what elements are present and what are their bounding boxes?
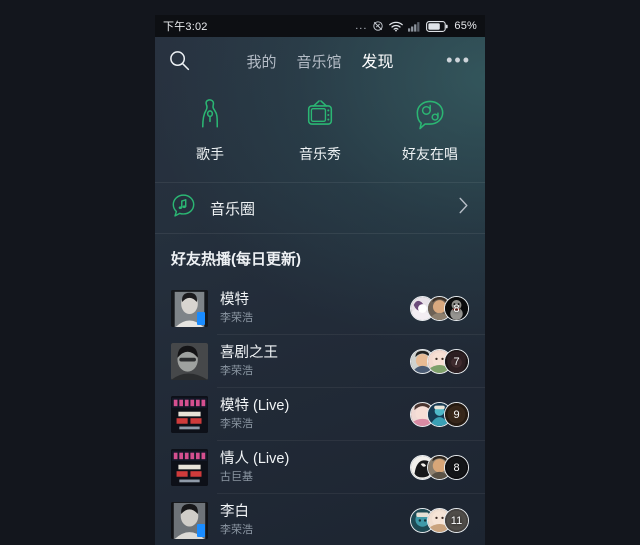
listener-avatars[interactable]: 7 bbox=[410, 349, 473, 374]
silent-mode-icon bbox=[373, 21, 384, 31]
entry-friends-singing[interactable]: 好友在唱 bbox=[375, 95, 485, 164]
music-circle-row[interactable]: 音乐圈 bbox=[155, 182, 485, 234]
listener-count-badge: 8 bbox=[444, 455, 469, 480]
status-bar: 下午3:02 ... 65% bbox=[155, 15, 485, 37]
entry-music-show[interactable]: 音乐秀 bbox=[265, 95, 375, 164]
tab-mine[interactable]: 我的 bbox=[246, 51, 276, 72]
section-header: 好友热播(每日更新) bbox=[155, 234, 485, 282]
tab-discover[interactable]: 发现 bbox=[362, 48, 394, 72]
song-title: 李白 bbox=[220, 503, 249, 520]
song-text: 模特 (Live) 李荣浩 bbox=[220, 398, 410, 432]
listener-count: 9 bbox=[453, 408, 460, 421]
section-title: 好友热播(每日更新) bbox=[171, 250, 301, 268]
song-text: 模特 李荣浩 bbox=[220, 292, 410, 326]
listener-avatars[interactable]: 8 bbox=[410, 296, 473, 321]
song-text: 李白 李荣浩 bbox=[220, 504, 410, 538]
cover-tag bbox=[197, 524, 205, 537]
app-nav-bar: 我的 音乐馆 发现 ••• bbox=[155, 37, 485, 83]
song-artist: 李荣浩 bbox=[220, 364, 253, 377]
entry-friends-singing-label: 好友在唱 bbox=[402, 146, 458, 162]
song-title: 喜剧之王 bbox=[220, 344, 278, 361]
listener-count-badge: 11 bbox=[444, 508, 469, 533]
song-artist: 李荣浩 bbox=[220, 523, 253, 536]
list-item[interactable]: 模特 (Live) 李荣浩 9 bbox=[155, 388, 485, 441]
cellular-signal-icon bbox=[408, 21, 420, 32]
album-cover bbox=[171, 502, 208, 539]
listener-count-badge: 8 bbox=[444, 296, 469, 321]
listener-count: 8 bbox=[453, 302, 460, 315]
desktop-background: 下午3:02 ... 65% 我的 音乐馆 发现 ••• 歌手 音乐秀 好友在唱… bbox=[0, 0, 640, 545]
status-bar-time: 下午3:02 bbox=[163, 21, 208, 33]
search-icon[interactable] bbox=[169, 50, 190, 71]
song-title: 模特 bbox=[220, 291, 249, 308]
wifi-icon bbox=[389, 21, 404, 31]
listener-count-badge: 9 bbox=[444, 402, 469, 427]
entry-music-show-label: 音乐秀 bbox=[299, 146, 341, 162]
list-item[interactable]: 喜剧之王 李荣浩 7 bbox=[155, 335, 485, 388]
album-cover bbox=[171, 343, 208, 380]
song-list: 模特 李荣浩 8 喜剧之王 李荣浩 7 模特 (Live) 李荣浩 9 情人 (… bbox=[155, 282, 485, 545]
nav-tabs: 我的 音乐馆 发现 bbox=[155, 48, 485, 72]
listener-count: 11 bbox=[450, 514, 463, 527]
song-artist: 古巨基 bbox=[220, 470, 253, 483]
listener-count-badge: 7 bbox=[444, 349, 469, 374]
listener-count: 7 bbox=[453, 355, 460, 368]
chevron-right-icon[interactable] bbox=[458, 197, 469, 219]
phone-screen: 下午3:02 ... 65% 我的 音乐馆 发现 ••• 歌手 音乐秀 好友在唱… bbox=[155, 15, 485, 545]
music-circle-label: 音乐圈 bbox=[210, 200, 256, 218]
album-cover bbox=[171, 290, 208, 327]
song-artist: 李荣浩 bbox=[220, 311, 253, 324]
more-dots-icon: ... bbox=[355, 19, 368, 32]
battery-icon bbox=[426, 20, 449, 32]
listener-avatars[interactable]: 11 bbox=[410, 508, 473, 533]
list-item[interactable]: 李白 李荣浩 11 bbox=[155, 494, 485, 545]
listener-count: 8 bbox=[453, 461, 460, 474]
entry-singer[interactable]: 歌手 bbox=[155, 95, 265, 164]
status-bar-icons: ... 65% bbox=[355, 20, 477, 32]
album-cover bbox=[171, 396, 208, 433]
list-item[interactable]: 情人 (Live) 古巨基 8 bbox=[155, 441, 485, 494]
listener-avatars[interactable]: 8 bbox=[410, 455, 473, 480]
album-cover bbox=[171, 449, 208, 486]
entry-singer-label: 歌手 bbox=[196, 146, 224, 162]
song-text: 喜剧之王 李荣浩 bbox=[220, 345, 410, 379]
list-item[interactable]: 模特 李荣浩 8 bbox=[155, 282, 485, 335]
song-artist: 李荣浩 bbox=[220, 417, 253, 430]
battery-percent-label: 65% bbox=[454, 20, 477, 32]
tab-music-hall[interactable]: 音乐馆 bbox=[296, 51, 341, 72]
music-note-bubble-icon bbox=[171, 193, 196, 223]
song-text: 情人 (Live) 古巨基 bbox=[220, 451, 410, 485]
more-options-icon[interactable]: ••• bbox=[446, 51, 471, 69]
friends-singing-icon bbox=[411, 95, 449, 135]
song-title: 模特 (Live) bbox=[220, 397, 290, 414]
listener-avatars[interactable]: 9 bbox=[410, 402, 473, 427]
quick-entry-row: 歌手 音乐秀 好友在唱 bbox=[155, 83, 485, 182]
tv-music-show-icon bbox=[301, 95, 339, 135]
cover-tag bbox=[197, 312, 205, 325]
singer-microphone-icon bbox=[191, 95, 229, 135]
app-content: 我的 音乐馆 发现 ••• 歌手 音乐秀 好友在唱 音乐圈 好友热播(每日更新)… bbox=[155, 37, 485, 545]
song-title: 情人 (Live) bbox=[220, 450, 290, 467]
